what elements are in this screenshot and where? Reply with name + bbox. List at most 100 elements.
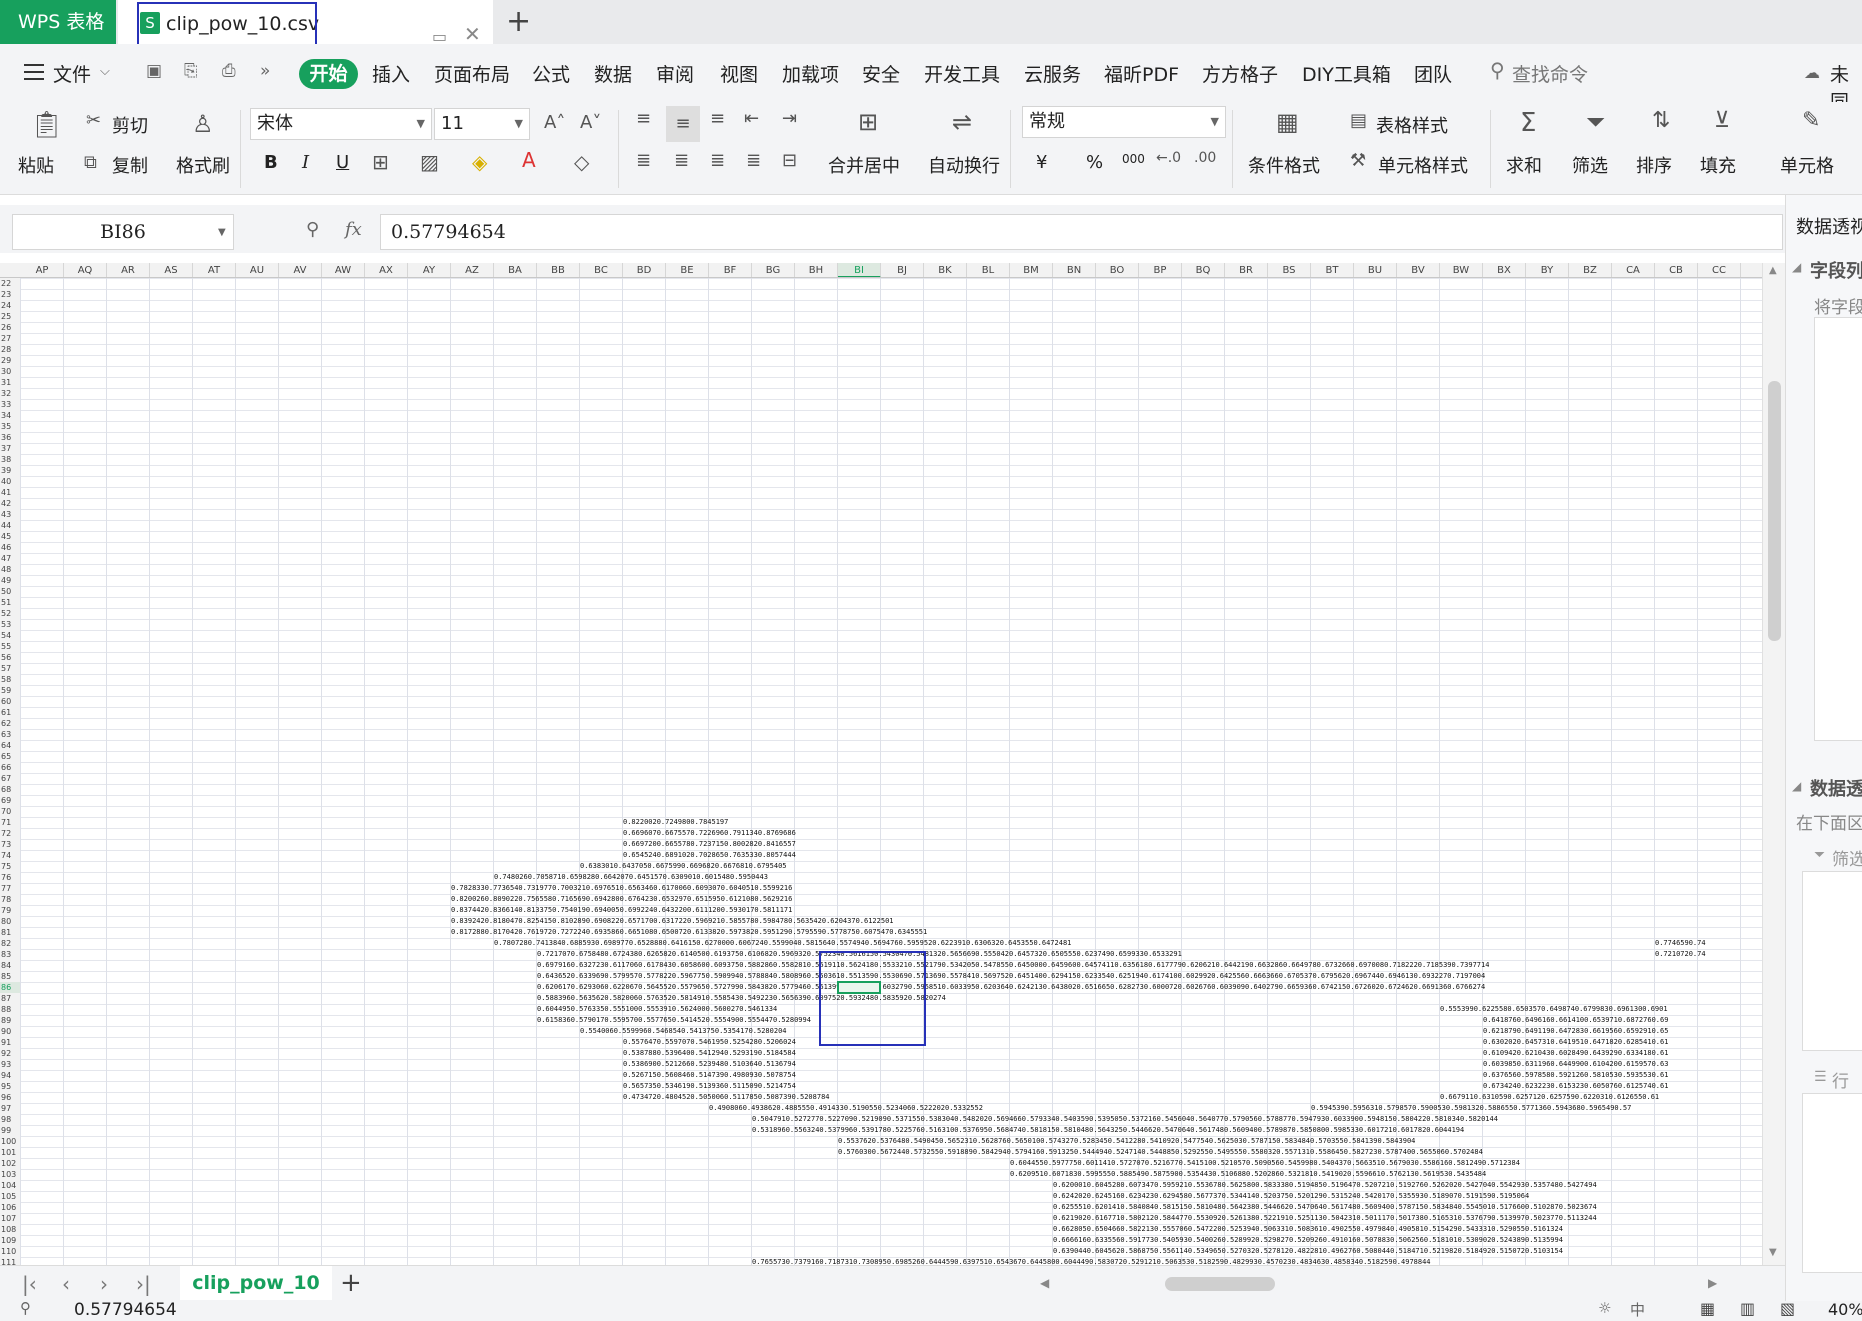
menu-formulas[interactable]: 公式 xyxy=(532,60,570,87)
copy-icon[interactable]: ⧉ xyxy=(84,152,97,173)
row-header[interactable]: 77 xyxy=(0,883,20,894)
cell-value[interactable]: 0.8220020.7249800.7845197 xyxy=(623,817,728,828)
menu-developer[interactable]: 开发工具 xyxy=(924,60,1000,87)
row-header[interactable]: 103 xyxy=(0,1169,20,1180)
name-box[interactable]: BI86 xyxy=(12,214,234,250)
row-header[interactable]: 45 xyxy=(0,531,20,542)
row-header[interactable]: 76 xyxy=(0,872,20,883)
last-sheet-icon[interactable]: ›| xyxy=(136,1272,151,1296)
clear-format-icon[interactable]: ◇ xyxy=(574,150,589,174)
cell-value[interactable]: 0.6302020.6457310.6419510.6471820.628541… xyxy=(1483,1037,1668,1048)
cell-value[interactable]: 0.5386900.5212660.5239480.5103640.513679… xyxy=(623,1059,796,1070)
menu-review[interactable]: 审阅 xyxy=(656,60,694,87)
row-header[interactable]: 99 xyxy=(0,1125,20,1136)
row-header[interactable]: 108 xyxy=(0,1224,20,1235)
column-header[interactable]: BM xyxy=(1010,263,1053,277)
borders-icon[interactable]: ⊞ xyxy=(372,150,389,174)
row-header[interactable]: 68 xyxy=(0,784,20,795)
cut-button[interactable]: 剪切 xyxy=(112,112,148,138)
table-style-icon[interactable]: ▤ xyxy=(1350,110,1367,131)
row-header[interactable]: 57 xyxy=(0,663,20,674)
column-header[interactable]: BL xyxy=(967,263,1010,277)
row-header[interactable]: 34 xyxy=(0,410,20,421)
conditional-format-icon[interactable]: ▦ xyxy=(1276,108,1299,136)
row-header[interactable]: 66 xyxy=(0,762,20,773)
menu-file[interactable]: 文件 xyxy=(53,60,91,87)
row-header[interactable]: 95 xyxy=(0,1081,20,1092)
cell-value[interactable]: 0.6255510.6201410.5840840.5815150.581048… xyxy=(1053,1202,1597,1213)
cell-fill-pattern-icon[interactable]: ▨ xyxy=(420,150,439,174)
scroll-left-icon[interactable]: ◀ xyxy=(1040,1276,1049,1290)
zoom-search-icon[interactable]: ⚲ xyxy=(306,219,319,240)
fill-icon[interactable]: ⊻ xyxy=(1714,108,1730,133)
row-header[interactable]: 63 xyxy=(0,729,20,740)
eye-protect-icon[interactable]: ☼ xyxy=(1598,1299,1611,1317)
row-header[interactable]: 33 xyxy=(0,399,20,410)
align-middle-icon[interactable]: ≡ xyxy=(666,106,700,142)
filter-area-box[interactable] xyxy=(1802,871,1862,1051)
currency-button[interactable]: ¥ xyxy=(1036,152,1047,173)
column-header[interactable]: BD xyxy=(623,263,666,277)
increase-font-icon[interactable]: A˄ xyxy=(544,112,565,133)
cell-value[interactable]: 0.5047910.5272770.5227090.5219090.537155… xyxy=(752,1114,1498,1125)
cell-value[interactable]: 0.6206170.6293060.6220670.5645520.557965… xyxy=(537,982,1485,993)
menu-addins[interactable]: 加载项 xyxy=(782,60,839,87)
row-header[interactable]: 69 xyxy=(0,795,20,806)
cell-value[interactable]: 0.7210720.74 xyxy=(1655,949,1706,960)
sort-icon[interactable]: ⇅ xyxy=(1652,108,1670,133)
conditional-format-button[interactable]: 条件格式 xyxy=(1248,152,1320,178)
cell-value[interactable]: 0.6734240.6232230.6153230.6050760.612574… xyxy=(1483,1081,1668,1092)
cell-value[interactable]: 0.5387880.5396400.5412940.5293190.518458… xyxy=(623,1048,796,1059)
prev-sheet-icon[interactable]: ‹ xyxy=(62,1272,70,1296)
row-header[interactable]: 110 xyxy=(0,1246,20,1257)
row-header[interactable]: 27 xyxy=(0,333,20,344)
row-header[interactable]: 31 xyxy=(0,377,20,388)
column-header[interactable]: AQ xyxy=(64,263,107,277)
align-center-icon[interactable]: ≣ xyxy=(674,150,689,171)
row-header[interactable]: 107 xyxy=(0,1213,20,1224)
row-header[interactable]: 86 xyxy=(0,982,20,993)
normal-view-icon[interactable]: ▦ xyxy=(1700,1299,1715,1318)
sum-icon[interactable]: Σ xyxy=(1520,108,1536,138)
decrease-font-icon[interactable]: A˅ xyxy=(580,112,601,133)
menu-insert[interactable]: 插入 xyxy=(372,60,410,87)
scroll-up-icon[interactable]: ▲ xyxy=(1769,265,1777,276)
number-format-select[interactable]: 常规 ▼ xyxy=(1022,106,1226,138)
cell-value[interactable]: 0.5553990.6225580.6503570.6498740.679983… xyxy=(1440,1004,1668,1015)
column-header[interactable]: AS xyxy=(150,263,193,277)
brush-icon[interactable]: ♙ xyxy=(192,110,214,138)
row-header[interactable]: 36 xyxy=(0,432,20,443)
row-header[interactable]: 92 xyxy=(0,1048,20,1059)
align-left-icon[interactable]: ≣ xyxy=(636,150,651,171)
row-header[interactable]: 106 xyxy=(0,1202,20,1213)
column-header[interactable]: CC xyxy=(1698,263,1741,277)
merge-center-button[interactable]: 合并居中 xyxy=(828,152,900,178)
column-header[interactable]: BN xyxy=(1053,263,1096,277)
cell-value[interactable]: 0.5760300.5672440.5732550.5918890.584294… xyxy=(838,1147,1483,1158)
cell-style-icon[interactable]: ⚒ xyxy=(1350,150,1366,171)
row-header[interactable]: 56 xyxy=(0,652,20,663)
horizontal-scroll-thumb[interactable] xyxy=(1165,1277,1275,1291)
sort-button[interactable]: 排序 xyxy=(1636,152,1672,178)
cell-value[interactable]: 0.5657350.5346190.5139360.5115090.521475… xyxy=(623,1081,796,1092)
row-header[interactable]: 82 xyxy=(0,938,20,949)
menu-cloud[interactable]: 云服务 xyxy=(1024,60,1081,87)
menu-diy-toolbox[interactable]: DIY工具箱 xyxy=(1302,60,1391,87)
row-header[interactable]: 88 xyxy=(0,1004,20,1015)
row-header[interactable]: 105 xyxy=(0,1191,20,1202)
scroll-right-icon[interactable]: ▶ xyxy=(1708,1276,1717,1290)
underline-button[interactable]: U xyxy=(336,152,349,173)
cell-value[interactable]: 0.4734720.4804520.5050060.5117850.508739… xyxy=(623,1092,830,1103)
cell-value[interactable]: 0.4908060.4938620.4885550.4914330.519055… xyxy=(709,1103,983,1114)
align-top-icon[interactable]: ≡ xyxy=(636,108,651,129)
column-header[interactable]: BP xyxy=(1139,263,1182,277)
row-header[interactable]: 79 xyxy=(0,905,20,916)
row-header[interactable]: 89 xyxy=(0,1015,20,1026)
cell-value[interactable]: 0.6218790.6491190.6472830.6619560.659291… xyxy=(1483,1026,1668,1037)
row-header[interactable]: 100 xyxy=(0,1136,20,1147)
menu-data[interactable]: 数据 xyxy=(594,60,632,87)
table-style-button[interactable]: 表格样式 xyxy=(1376,112,1448,138)
row-header[interactable]: 42 xyxy=(0,498,20,509)
next-sheet-icon[interactable]: › xyxy=(100,1272,108,1296)
column-header[interactable]: AP xyxy=(21,263,64,277)
